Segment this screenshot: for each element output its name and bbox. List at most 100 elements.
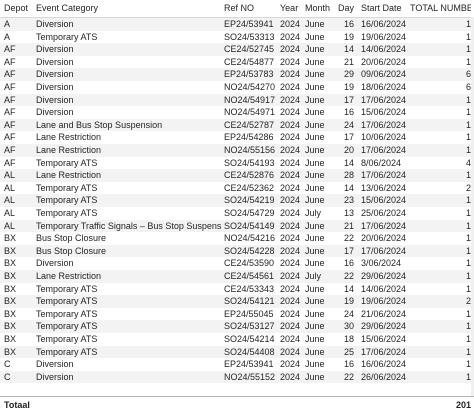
cell-event-category: Temporary ATS [36,334,98,344]
table-row[interactable]: A Diversion EP24/53941 2024 June 16 16/06/2024… [0,18,474,31]
cell-total-number: 1 [465,44,471,55]
cell-year: 2024 [280,170,301,181]
cell-year: 2024 [280,245,301,256]
cell-ref-no: CE24/52876 [224,170,275,181]
cell-start-date: 16/06/2024 [361,19,407,29]
cell-total-number: 6 [465,69,471,80]
table-row[interactable]: AF Diversion NO24/54917 2024 June 17 17/06/202… [0,93,474,107]
cell-ref-no: EP24/53941 [224,359,274,370]
column-header-ref-no[interactable]: Ref NO [224,0,278,17]
cell-day: 22 [343,233,354,244]
cell-depot: AF [4,157,16,168]
cell-year: 2024 [280,271,301,281]
cell-day: 21 [343,56,354,67]
table-row[interactable]: C Diversion EP24/53941 2024 June 16 16/06/2024… [0,358,474,371]
cell-month: June [305,19,325,29]
cell-start-date: 16/06/2024 [361,359,407,370]
cell-day: 24 [343,119,354,130]
cell-total-number: 1 [465,283,471,294]
table-row[interactable]: BX Lane Restriction CE24/54561 2024 July 22 29… [0,270,474,283]
cell-total-number: 1 [465,371,471,382]
column-header-month[interactable]: Month [305,0,339,17]
cell-year: 2024 [280,321,301,332]
cell-day: 19 [343,296,354,307]
cell-year: 2024 [280,283,301,294]
cell-total-number: 1 [465,170,471,181]
cell-depot: BX [4,283,17,294]
cell-event-category: Temporary ATS [36,31,98,42]
table-row[interactable]: BX Bus Stop Closure NO24/54216 2024 June 22 20… [0,232,474,245]
table-row[interactable]: AF Lane Restriction NO24/55156 2024 June 20 17… [0,144,474,157]
table-row[interactable]: BX Temporary ATS EP24/55045 2024 June 24 21/06… [0,308,474,321]
cell-start-date: 17/06/2024 [361,346,407,357]
cell-total-number: 1 [465,245,471,256]
table-row[interactable]: BX Temporary ATS SO24/54408 2024 June 25 17/06… [0,345,474,359]
cell-year: 2024 [280,346,301,357]
cell-ref-no: SO24/53313 [224,31,275,42]
table-row[interactable]: AF Diversion NO24/54971 2024 June 16 15/06/202… [0,106,474,119]
cell-total-number: 1 [465,258,471,269]
table-row[interactable]: AF Temporary ATS SO24/54193 2024 June 14 8/06/… [0,157,474,170]
table-row[interactable]: AL Temporary Traffic Signals – Bus Stop S… [0,219,474,233]
column-header-day[interactable]: Day [338,0,354,17]
table-row[interactable]: AF Diversion CE24/52745 2024 June 14 14/06/202… [0,43,474,56]
table-row[interactable]: A Temporary ATS SO24/53313 2024 June 19 19/06/… [0,31,474,44]
cell-start-date: 17/06/2024 [361,170,407,181]
cell-day: 25 [343,346,354,357]
cell-year: 2024 [280,296,301,307]
cell-total-number: 1 [465,145,471,155]
cell-total-number: 1 [465,346,471,357]
cell-ref-no: NO24/54270 [224,82,276,92]
column-header-total-number[interactable]: TOTAL NUMBER [410,0,471,17]
cell-day: 29 [343,69,354,80]
table-row[interactable]: AF Diversion CE24/54877 2024 June 21 20/06/202… [0,56,474,69]
table-row[interactable]: C Diversion NO24/55152 2024 June 22 26/06/2024… [0,370,474,384]
cell-depot: BX [4,296,17,307]
table-row[interactable]: AL Temporary ATS SO24/54729 2024 July 13 25/06… [0,207,474,220]
column-header-event-category[interactable]: Event Category [36,0,222,17]
cell-ref-no: EP24/53783 [224,69,274,80]
cell-event-category: Lane and Bus Stop Suspension [36,119,163,130]
column-header-depot[interactable]: Depot [4,0,34,17]
cell-ref-no: EP24/54286 [224,132,274,143]
cell-start-date: 17/06/2024 [361,145,407,155]
cell-day: 13 [343,208,354,218]
table-row[interactable]: AF Diversion NO24/54270 2024 June 19 18/06/202… [0,81,474,94]
cell-month: June [305,195,325,206]
table-row[interactable]: BX Bus Stop Closure SO24/54228 2024 June 17 17… [0,244,474,258]
cell-depot: BX [4,334,17,344]
cell-start-date: 19/06/2024 [361,31,407,42]
cell-ref-no: CE24/53590 [224,258,275,269]
cell-start-date: 25/06/2024 [361,208,407,218]
column-header-year[interactable]: Year [280,0,304,17]
table-row[interactable]: AL Lane Restriction CE24/52876 2024 June 28 17… [0,169,474,182]
cell-total-number: 1 [465,271,471,281]
cell-year: 2024 [280,208,301,218]
column-header-start-date[interactable]: Start Date [361,0,411,17]
table-row[interactable]: BX Temporary ATS CE24/53343 2024 June 14 14/06… [0,283,474,296]
table-body[interactable]: A Diversion EP24/53941 2024 June 16 16/06/2024… [0,18,474,396]
cell-start-date: 14/06/2024 [361,283,407,294]
table-row[interactable]: BX Diversion CE24/53590 2024 June 16 3/06/2024… [0,257,474,270]
cell-month: June [305,321,325,332]
table-row[interactable]: AL Temporary ATS CE24/52362 2024 June 14 13/06… [0,182,474,195]
cell-depot: AL [4,170,16,181]
cell-month: June [305,132,325,143]
table-row[interactable]: BX Temporary ATS SO24/54214 2024 June 18 15/06… [0,333,474,346]
cell-total-number: 1 [465,56,471,67]
cell-year: 2024 [280,334,301,344]
table-row[interactable]: AF Diversion EP24/53783 2024 June 29 09/06/202… [0,68,474,81]
cell-month: June [305,283,325,294]
cell-ref-no: SO24/54214 [224,334,275,344]
cell-day: 14 [343,182,354,193]
table-row[interactable]: BX Temporary ATS SO24/54121 2024 June 19 19/06… [0,295,474,308]
cell-depot: BX [4,346,17,357]
table-row[interactable]: AL Temporary ATS SO24/54219 2024 June 23 15/06… [0,194,474,207]
cell-depot: AF [4,44,16,55]
cell-month: June [305,145,325,155]
cell-total-number: 2 [465,182,471,193]
table-row[interactable]: AF Lane Restriction EP24/54286 2024 June 17 10… [0,131,474,144]
table-row[interactable]: AF Lane and Bus Stop Suspension CE24/52787… [0,118,474,132]
cell-depot: AL [4,220,16,231]
table-row[interactable]: BX Temporary ATS SO24/53127 2024 June 30 29/06… [0,320,474,333]
